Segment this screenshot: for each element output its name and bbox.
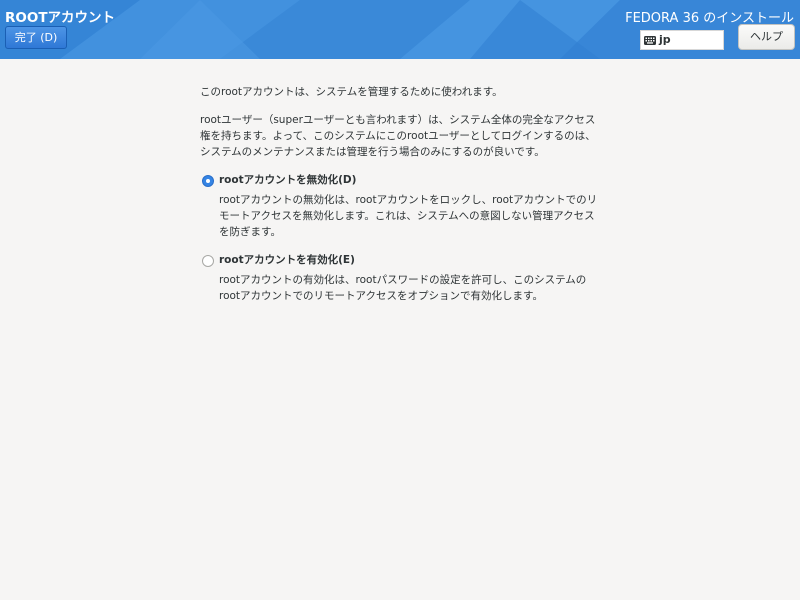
enable-root-option[interactable]: rootアカウントを有効化(E) rootアカウントの有効化は、rootパスワー… [200,252,600,304]
keyboard-icon [644,35,656,45]
header-bar: ROOTアカウント 完了 (D) FEDORA 36 のインストール jp ヘル… [0,0,800,59]
disable-root-description: rootアカウントの無効化は、rootアカウントをロックし、rootアカウントで… [219,194,598,238]
keyboard-layout-indicator[interactable]: jp [640,30,724,50]
enable-root-radio[interactable] [202,255,214,267]
description-text: rootユーザー（superユーザーとも言われます）は、システム全体の完全なアク… [200,114,596,158]
done-button[interactable]: 完了 (D) [5,26,67,49]
intro-text: このrootアカウントは、システムを管理するために使われます。 [200,86,503,98]
disable-root-option[interactable]: rootアカウントを無効化(D) rootアカウントの無効化は、rootアカウン… [200,172,600,240]
root-account-panel: このrootアカウントは、システムを管理するために使われます。 rootユーザー… [200,84,600,316]
enable-root-label[interactable]: rootアカウントを有効化(E) [219,252,600,268]
page-title: ROOTアカウント [5,10,116,26]
keyboard-layout-label: jp [659,33,671,46]
help-button[interactable]: ヘルプ [738,24,795,50]
enable-root-description: rootアカウントの有効化は、rootパスワードの設定を許可し、このシステムのr… [219,274,587,302]
disable-root-label[interactable]: rootアカウントを無効化(D) [219,172,600,188]
disable-root-radio[interactable] [202,175,214,187]
